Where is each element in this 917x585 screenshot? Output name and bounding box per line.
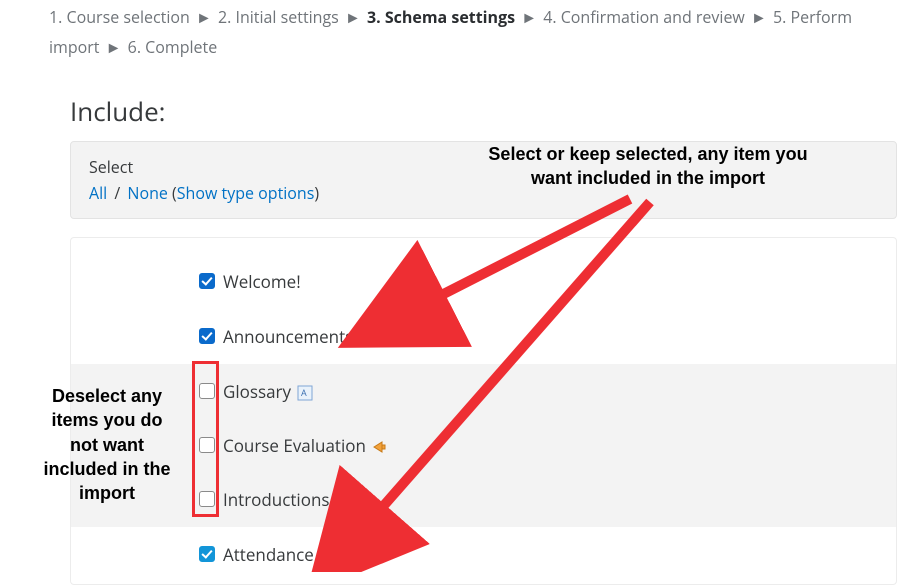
item-label: Course Evaluation: [223, 434, 366, 457]
item-label: Announcements: [223, 325, 353, 348]
attendance-icon: [320, 546, 336, 562]
item-row-glossary: Glossary A: [71, 364, 896, 419]
wizard-step-4[interactable]: 4. Confirmation and review: [543, 6, 745, 28]
svg-text:A: A: [301, 386, 307, 399]
item-label: Glossary: [223, 380, 291, 403]
checkbox-course-evaluation[interactable]: [199, 437, 215, 453]
wizard-separator: ►: [106, 36, 122, 58]
paren-close: ): [314, 182, 319, 204]
glossary-icon: A: [297, 383, 313, 399]
item-label: Introductions: [223, 488, 329, 511]
wizard-step-6[interactable]: 6. Complete: [128, 36, 218, 58]
annotation-deselect-text: Deselect any items you do not want inclu…: [42, 384, 172, 505]
item-row-welcome: Welcome!: [71, 254, 896, 309]
item-row-attendance: Attendance: [71, 527, 896, 582]
show-type-options-link[interactable]: Show type options: [177, 182, 315, 204]
item-row-announcements: Announcements: [71, 309, 896, 364]
wizard-step-1[interactable]: 1. Course selection: [49, 6, 190, 28]
checkbox-attendance[interactable]: [199, 546, 215, 562]
select-none-link[interactable]: None: [127, 182, 167, 204]
wizard-step-3-current: 3. Schema settings: [367, 6, 515, 28]
wizard-step-2[interactable]: 2. Initial settings: [218, 6, 339, 28]
wizard-separator: ►: [751, 6, 767, 28]
checkbox-announcements[interactable]: [199, 328, 215, 344]
include-heading: Include:: [70, 93, 917, 129]
item-row-introductions: Introductions: [71, 472, 896, 527]
wizard-separator: ►: [521, 6, 537, 28]
checkbox-welcome[interactable]: [199, 273, 215, 289]
annotation-select-text: Select or keep selected, any item you wa…: [478, 142, 818, 191]
wizard-separator: ►: [196, 6, 212, 28]
item-label: Attendance: [223, 543, 314, 566]
select-slash: /: [111, 182, 123, 204]
items-panel: Welcome! Announcements Glossary A Course…: [70, 237, 897, 585]
checkbox-introductions[interactable]: [199, 491, 215, 507]
forum-icon: [335, 491, 351, 507]
wizard-separator: ►: [345, 6, 361, 28]
item-label: Welcome!: [223, 270, 301, 293]
wizard-breadcrumb: 1. Course selection ► 2. Initial setting…: [0, 2, 870, 63]
select-all-link[interactable]: All: [89, 182, 107, 204]
item-row-course-evaluation: Course Evaluation: [71, 418, 896, 473]
checkbox-glossary[interactable]: [199, 383, 215, 399]
feedback-icon: [372, 437, 388, 453]
forum-icon: [359, 328, 375, 344]
